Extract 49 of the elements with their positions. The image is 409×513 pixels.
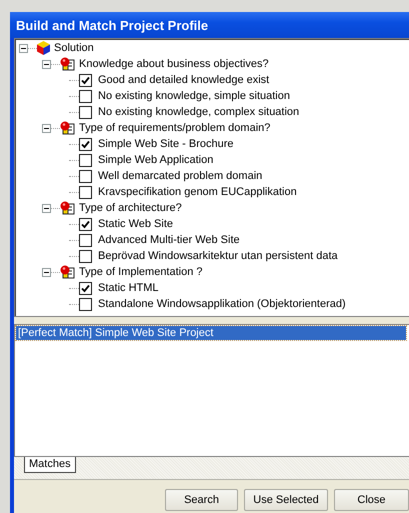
checkbox[interactable] [79, 106, 92, 118]
ball-document-icon [60, 201, 75, 215]
checkbox[interactable] [79, 138, 92, 150]
ball-document-icon [60, 57, 75, 71]
checkbox[interactable] [79, 74, 92, 86]
checkbox[interactable] [79, 298, 92, 310]
collapse-icon[interactable] [19, 44, 28, 52]
dialog-button[interactable]: Close [334, 489, 409, 511]
option-label: Standalone Windowsapplikation (Objektorienterad) [98, 298, 346, 310]
check-icon [81, 76, 90, 84]
check-icon [81, 140, 90, 148]
checkbox[interactable] [79, 218, 92, 230]
ball-document-icon [60, 121, 75, 135]
option-label: Simple Web Site - Brochure [98, 138, 234, 150]
option-label: No existing knowledge, complex situation [98, 106, 300, 118]
collapse-icon[interactable] [42, 204, 51, 212]
cube-icon [37, 41, 50, 55]
option-label: No existing knowledge, simple situation [98, 90, 290, 102]
ball-document-icon [60, 265, 75, 279]
category-label[interactable]: Type of requirements/problem domain? [79, 122, 270, 134]
root-label[interactable]: Solution [54, 42, 94, 54]
dialog-button[interactable]: Search [165, 489, 238, 511]
category-label[interactable]: Knowledge about business objectives? [79, 58, 269, 70]
match-item[interactable]: [Perfect Match] Simple Web Site Project [16, 326, 406, 340]
checkbox[interactable] [79, 282, 92, 294]
collapse-icon[interactable] [42, 60, 51, 68]
option-label: Kravspecifikation genom EUCapplikation [98, 186, 297, 198]
checkbox[interactable] [79, 170, 92, 182]
option-label: Advanced Multi-tier Web Site [98, 234, 240, 246]
check-icon [81, 220, 90, 228]
window-title: Build and Match Project Profile [16, 18, 208, 32]
checkbox[interactable] [79, 250, 92, 262]
collapse-icon[interactable] [42, 268, 51, 276]
checkbox[interactable] [79, 234, 92, 246]
checkbox[interactable] [79, 186, 92, 198]
dialog-button[interactable]: Use Selected [244, 489, 328, 511]
option-label: Beprövad Windowsarkitektur utan persistent data [98, 250, 338, 262]
tab[interactable]: Matches [24, 457, 76, 473]
collapse-icon[interactable] [42, 124, 51, 132]
option-label: Good and detailed knowledge exist [98, 74, 270, 86]
check-icon [81, 284, 90, 292]
category-label[interactable]: Type of Implementation ? [79, 266, 203, 278]
checkbox[interactable] [79, 90, 92, 102]
category-label[interactable]: Type of architecture? [79, 202, 182, 214]
option-label: Simple Web Application [98, 154, 214, 166]
checkbox[interactable] [79, 154, 92, 166]
option-label: Static HTML [98, 282, 159, 294]
option-label: Static Web Site [98, 218, 173, 230]
option-label: Well demarcated problem domain [98, 170, 262, 182]
